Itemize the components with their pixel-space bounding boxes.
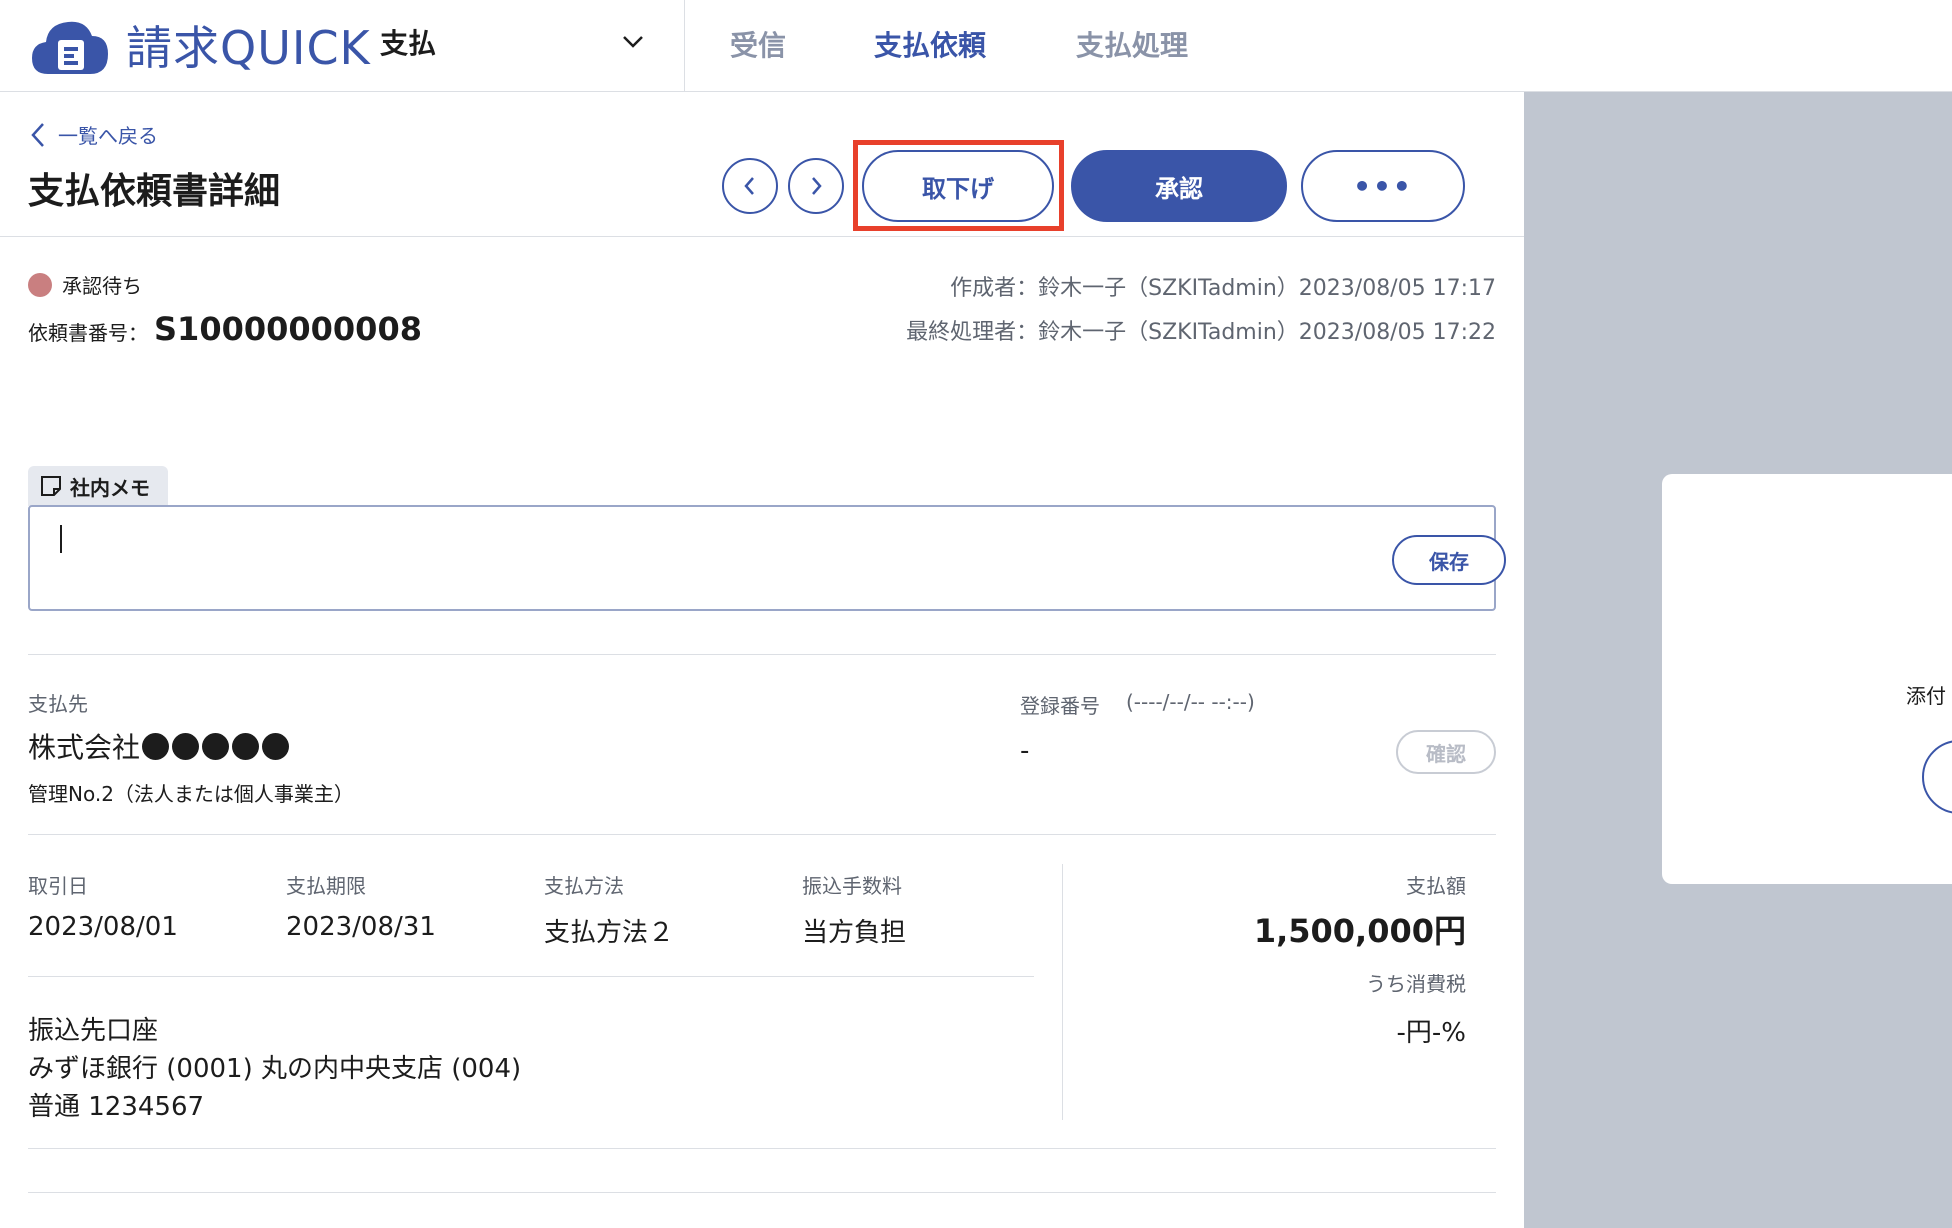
memo-box: 保存 [28,505,1506,611]
status-badge: 承認待ち [28,270,142,299]
account-bank: みずほ銀行 (0001) 丸の内中央支店 (004) [28,1054,522,1084]
transaction-date-value: 2023/08/01 [28,912,178,942]
approve-button[interactable]: 承認 [1071,150,1287,222]
status-label: 承認待ち [62,274,142,298]
last-processor-info: 最終処理者：鈴木一子（SZKITadmin）2023/08/05 17:22 [906,320,1496,345]
title-divider [0,236,1524,237]
header-divider [684,0,685,92]
details-divider [28,976,1034,977]
transfer-fee-label: 振込手数料 [802,874,902,898]
attachment-card [1662,474,1952,884]
attachment-label: 添付 [1906,684,1946,708]
due-date-value: 2023/08/31 [286,912,436,942]
module-selector-label[interactable]: 支払 [380,22,436,62]
request-number: 依頼書番号： S10000000008 [28,310,422,348]
memo-tab-label: 社内メモ [70,475,150,500]
section-divider [28,654,1496,655]
next-button[interactable] [788,158,844,214]
text-caret [60,525,62,553]
transaction-date-label: 取引日 [28,874,88,898]
logo-text: 請求QUICK [126,21,371,75]
memo-input[interactable] [50,521,1350,591]
app-logo[interactable]: 請求QUICK [28,14,371,76]
request-number-label: 依頼書番号： [28,321,148,345]
app-header: 請求QUICK 支払 受信 支払依頼 支払処理 [0,0,1952,92]
registration-date: (----/--/-- --:--) [1126,690,1255,714]
account-number: 普通 1234567 [28,1092,205,1122]
amount-divider [1062,864,1063,1120]
payment-method-label: 支払方法 [544,874,624,898]
previous-button[interactable] [722,158,778,214]
tab-payment-request[interactable]: 支払依頼 [874,24,986,64]
sticky-note-icon [41,476,61,496]
payee-name-prefix: 株式会社 [28,731,141,764]
back-to-list-link[interactable]: 一覧へ戻る [28,120,158,149]
tab-payment-processing[interactable]: 支払処理 [1076,24,1188,64]
masked-name [142,732,292,760]
tax-label: うち消費税 [1366,972,1466,996]
confirm-registration-button[interactable]: 確認 [1396,730,1496,774]
section-divider [28,834,1496,835]
section-divider [28,1148,1496,1149]
chevron-right-icon [812,177,822,195]
payment-method-value: 支払方法２ [544,918,675,948]
status-dot-icon [28,272,52,297]
payee-label: 支払先 [28,692,88,716]
highlight-box [853,140,1064,231]
chevron-left-icon [31,122,44,147]
cloud-document-icon [32,21,108,74]
save-memo-button[interactable]: 保存 [1392,535,1506,585]
transfer-fee-value: 当方負担 [802,918,907,948]
memo-tab: 社内メモ [28,466,168,506]
chevron-left-icon [744,177,754,195]
creator-info: 作成者：鈴木一子（SZKITadmin）2023/08/05 17:17 [950,276,1496,301]
back-link-label: 一覧へ戻る [58,124,158,148]
registration-value: - [1020,736,1030,766]
due-date-label: 支払期限 [286,874,366,898]
amount-value: 1,500,000円 [1253,912,1466,950]
tab-inbox[interactable]: 受信 [730,24,786,64]
section-divider [28,1192,1496,1193]
chevron-down-icon[interactable] [620,28,646,54]
more-actions-button[interactable]: ••• [1301,150,1465,222]
payee-name: 株式会社 [28,726,292,766]
page-title: 支払依頼書詳細 [28,171,281,212]
registration-label: 登録番号 [1020,694,1100,718]
tax-value: -円-% [1396,1018,1466,1048]
amount-label: 支払額 [1406,874,1466,898]
account-label: 振込先口座 [28,1016,159,1046]
request-number-value: S10000000008 [154,310,422,348]
payee-management-no: 管理No.2（法人または個人事業主） [28,782,354,806]
